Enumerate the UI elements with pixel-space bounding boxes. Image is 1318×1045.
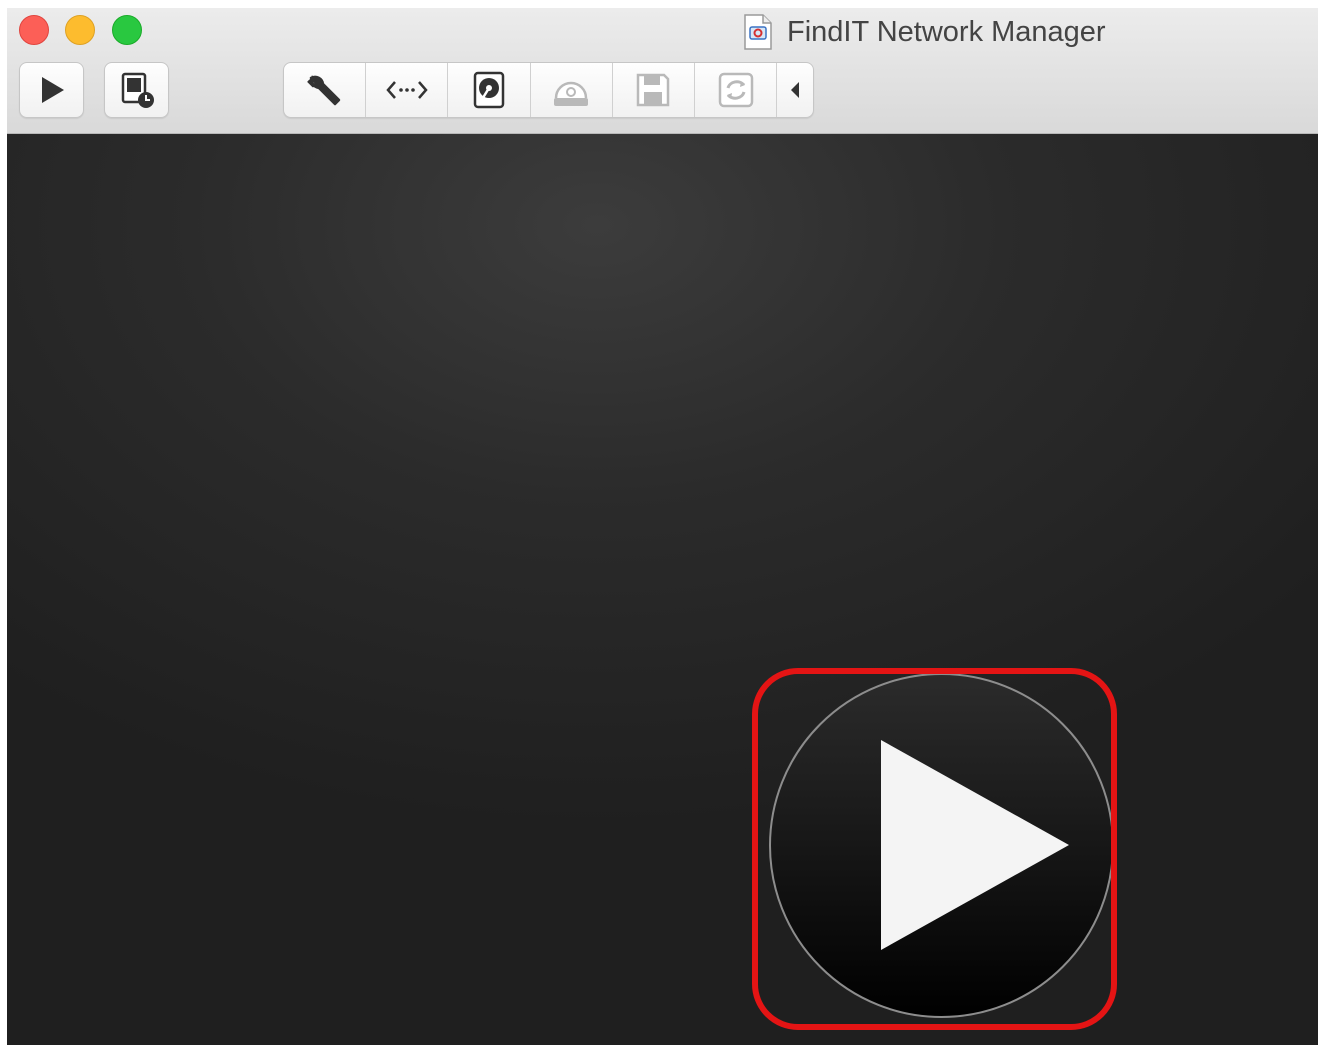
cd-dvd-button[interactable] — [531, 63, 613, 117]
disc-drive-icon — [554, 81, 589, 106]
highlight-box — [752, 668, 1117, 1030]
device-toolbar — [283, 62, 814, 118]
play-icon — [41, 77, 64, 103]
wrench-icon — [306, 75, 340, 106]
maximize-window-button[interactable] — [112, 15, 142, 45]
settings-button[interactable] — [284, 63, 367, 117]
title-bar: FindIT Network Manager — [7, 8, 1318, 134]
vm-document-icon — [744, 14, 772, 50]
snapshot-clock-icon — [121, 72, 154, 108]
vm-display-area[interactable] — [7, 134, 1318, 1045]
minimize-window-button[interactable] — [65, 15, 95, 45]
hard-disk-icon — [473, 71, 505, 109]
floppy-disk-icon — [637, 73, 670, 107]
usb-sync-button[interactable] — [695, 63, 778, 117]
sync-icon — [718, 72, 753, 108]
close-window-button[interactable] — [19, 15, 49, 45]
network-button[interactable] — [366, 63, 449, 117]
floppy-button[interactable] — [613, 63, 696, 117]
chevron-left-icon — [791, 82, 800, 98]
snapshot-button[interactable] — [104, 62, 169, 118]
vm-window: FindIT Network Manager — [7, 8, 1318, 1045]
hard-disk-button[interactable] — [448, 63, 531, 117]
window-title-area: FindIT Network Manager — [743, 12, 1106, 52]
start-button[interactable] — [19, 62, 84, 118]
window-title: FindIT Network Manager — [787, 15, 1106, 48]
network-arrows-icon — [386, 81, 428, 99]
collapse-button[interactable] — [777, 63, 813, 117]
